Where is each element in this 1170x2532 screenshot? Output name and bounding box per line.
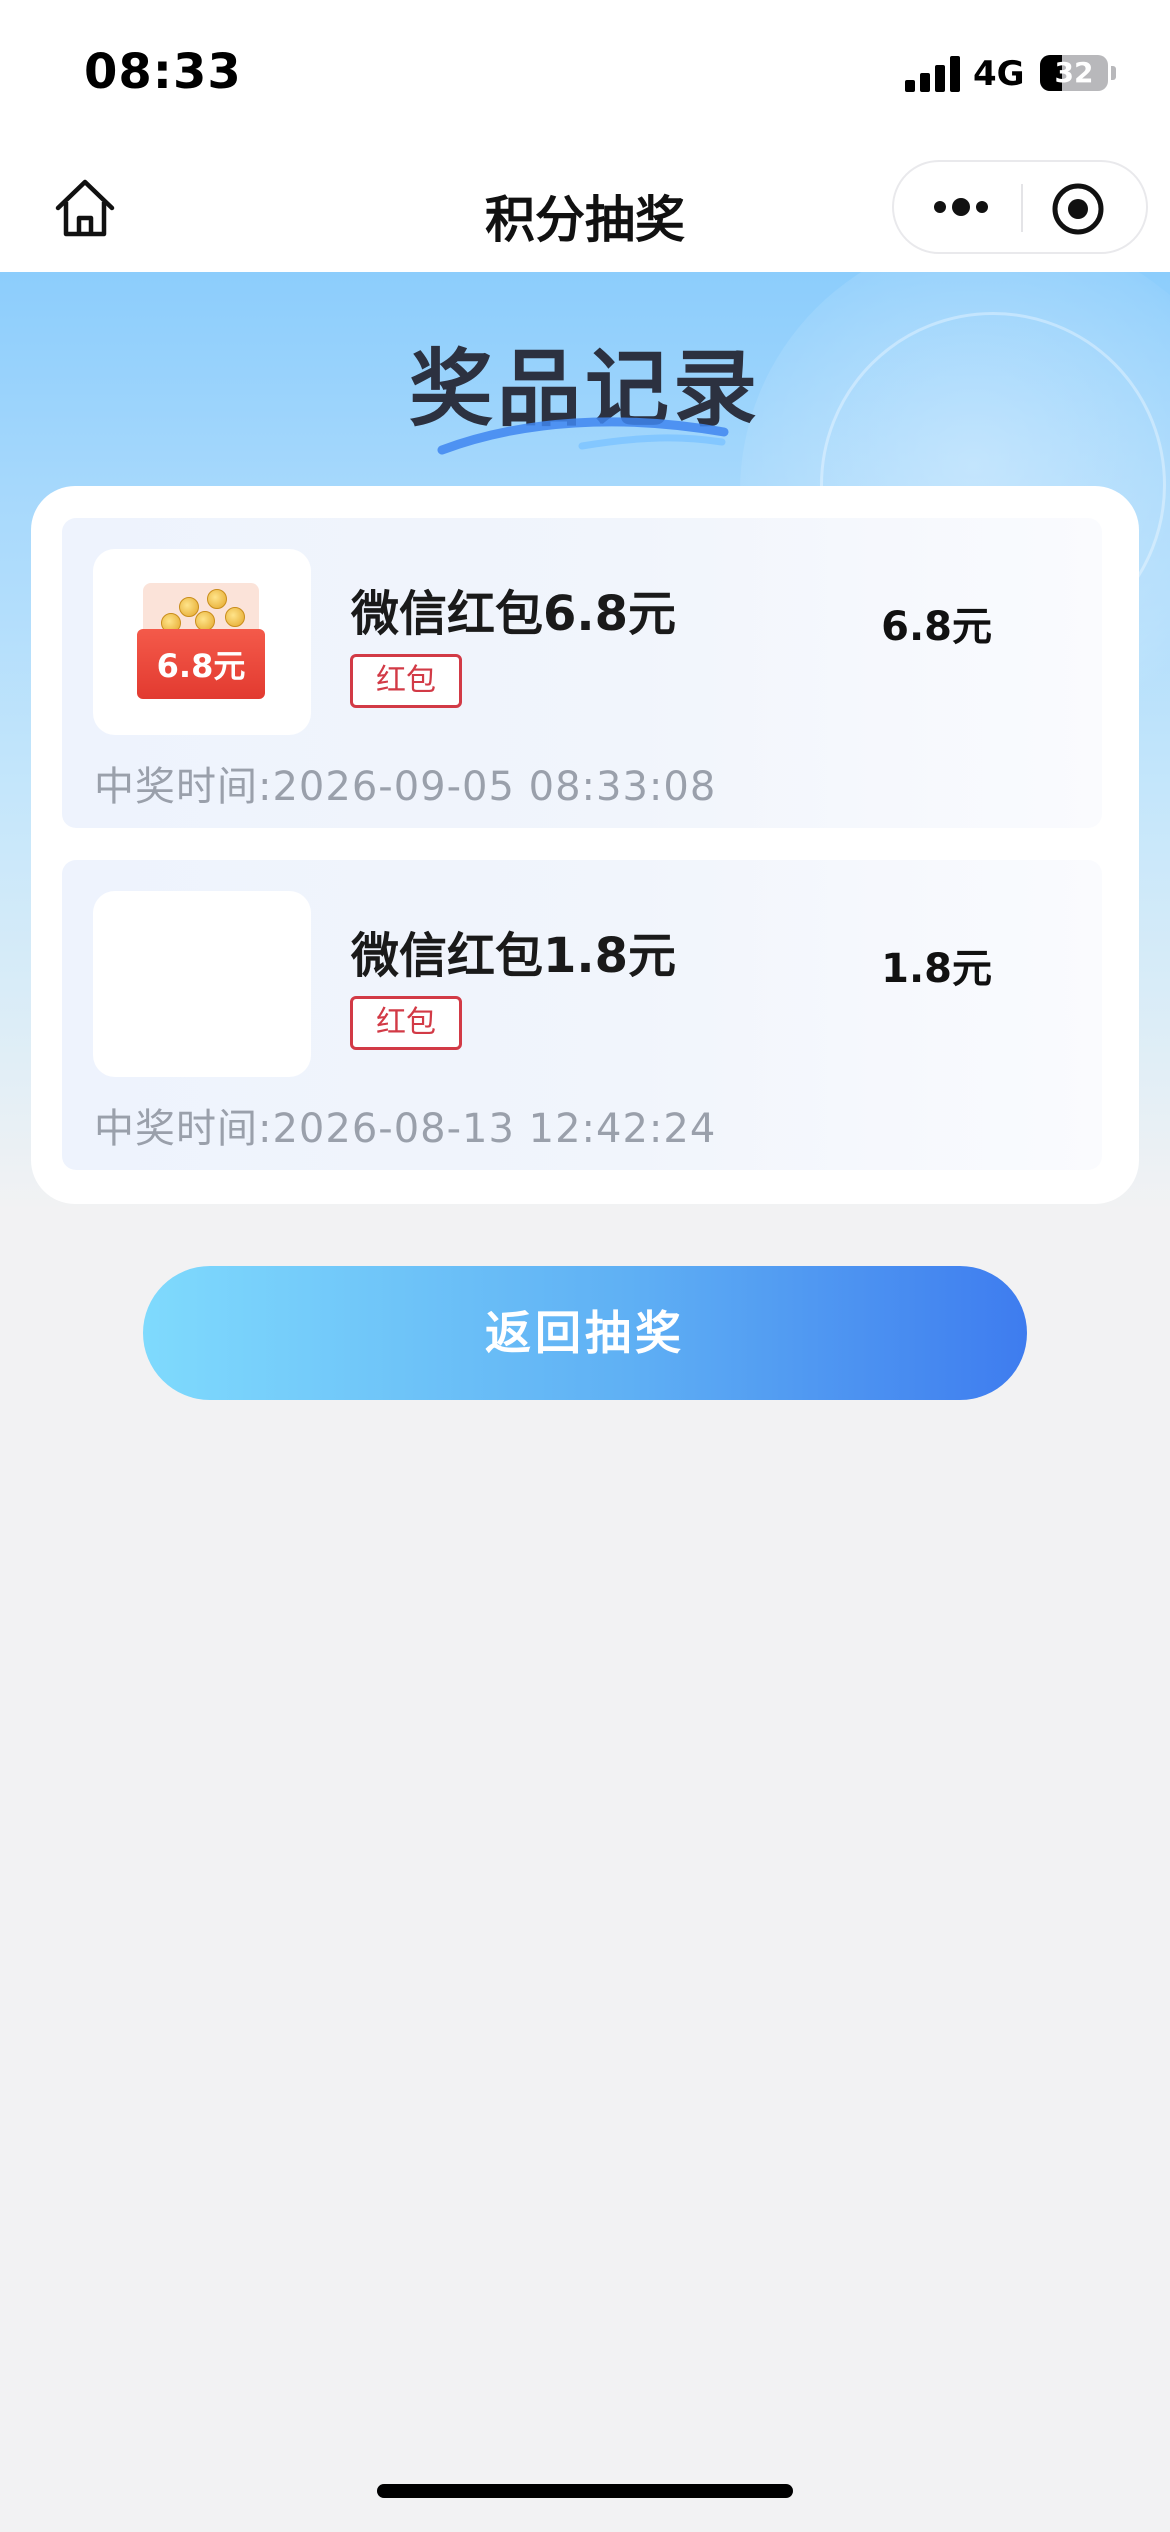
coin-icon (207, 589, 227, 609)
target-icon (1052, 183, 1104, 235)
return-to-lottery-button[interactable]: 返回抽奖 (143, 1266, 1027, 1400)
prize-amount: 1.8元 (881, 946, 992, 992)
prize-thumbnail (93, 891, 311, 1077)
coin-icon (195, 611, 215, 631)
win-time: 中奖时间:2026-09-05 08:33:08 (94, 764, 717, 810)
home-indicator (377, 2484, 793, 2498)
mini-program-capsule (892, 160, 1148, 254)
coin-icon (225, 607, 245, 627)
prize-amount: 6.8元 (881, 604, 992, 650)
envelope-amount: 6.8元 (156, 647, 246, 685)
prize-name: 微信红包6.8元 (351, 586, 677, 642)
records-card: 6.8元 微信红包6.8元 红包 6.8元 中奖时间:2026-09-05 08… (31, 486, 1139, 1204)
battery-icon: 32 (1040, 55, 1108, 91)
network-type: 4G (973, 54, 1025, 94)
record-item[interactable]: 6.8元 微信红包6.8元 红包 6.8元 中奖时间:2026-09-05 08… (62, 518, 1102, 828)
cellular-signal-icon (905, 56, 961, 92)
win-time: 中奖时间:2026-08-13 12:42:24 (94, 1106, 717, 1152)
battery-tip (1111, 66, 1116, 80)
prize-thumbnail: 6.8元 (93, 549, 311, 735)
prize-records-page: 08:33 4G 32 积分抽奖 奖品记录 6.8元 微信红包6.8元 红包 6… (0, 0, 1170, 2532)
red-envelope-image: 6.8元 (137, 583, 265, 699)
navigation-bar: 积分抽奖 (0, 150, 1170, 272)
battery-percent: 32 (1054, 56, 1094, 89)
prize-name: 微信红包1.8元 (351, 928, 677, 984)
capsule-divider (1021, 184, 1023, 232)
more-button[interactable] (914, 176, 1004, 238)
close-miniprogram-button[interactable] (1049, 180, 1107, 238)
title-underline-swoosh (437, 417, 729, 455)
prize-tag: 红包 (350, 654, 462, 708)
status-bar: 08:33 4G 32 (0, 0, 1170, 150)
status-time: 08:33 (84, 44, 242, 100)
prize-tag: 红包 (350, 996, 462, 1050)
record-item[interactable]: 微信红包1.8元 红包 1.8元 中奖时间:2026-08-13 12:42:2… (62, 860, 1102, 1170)
